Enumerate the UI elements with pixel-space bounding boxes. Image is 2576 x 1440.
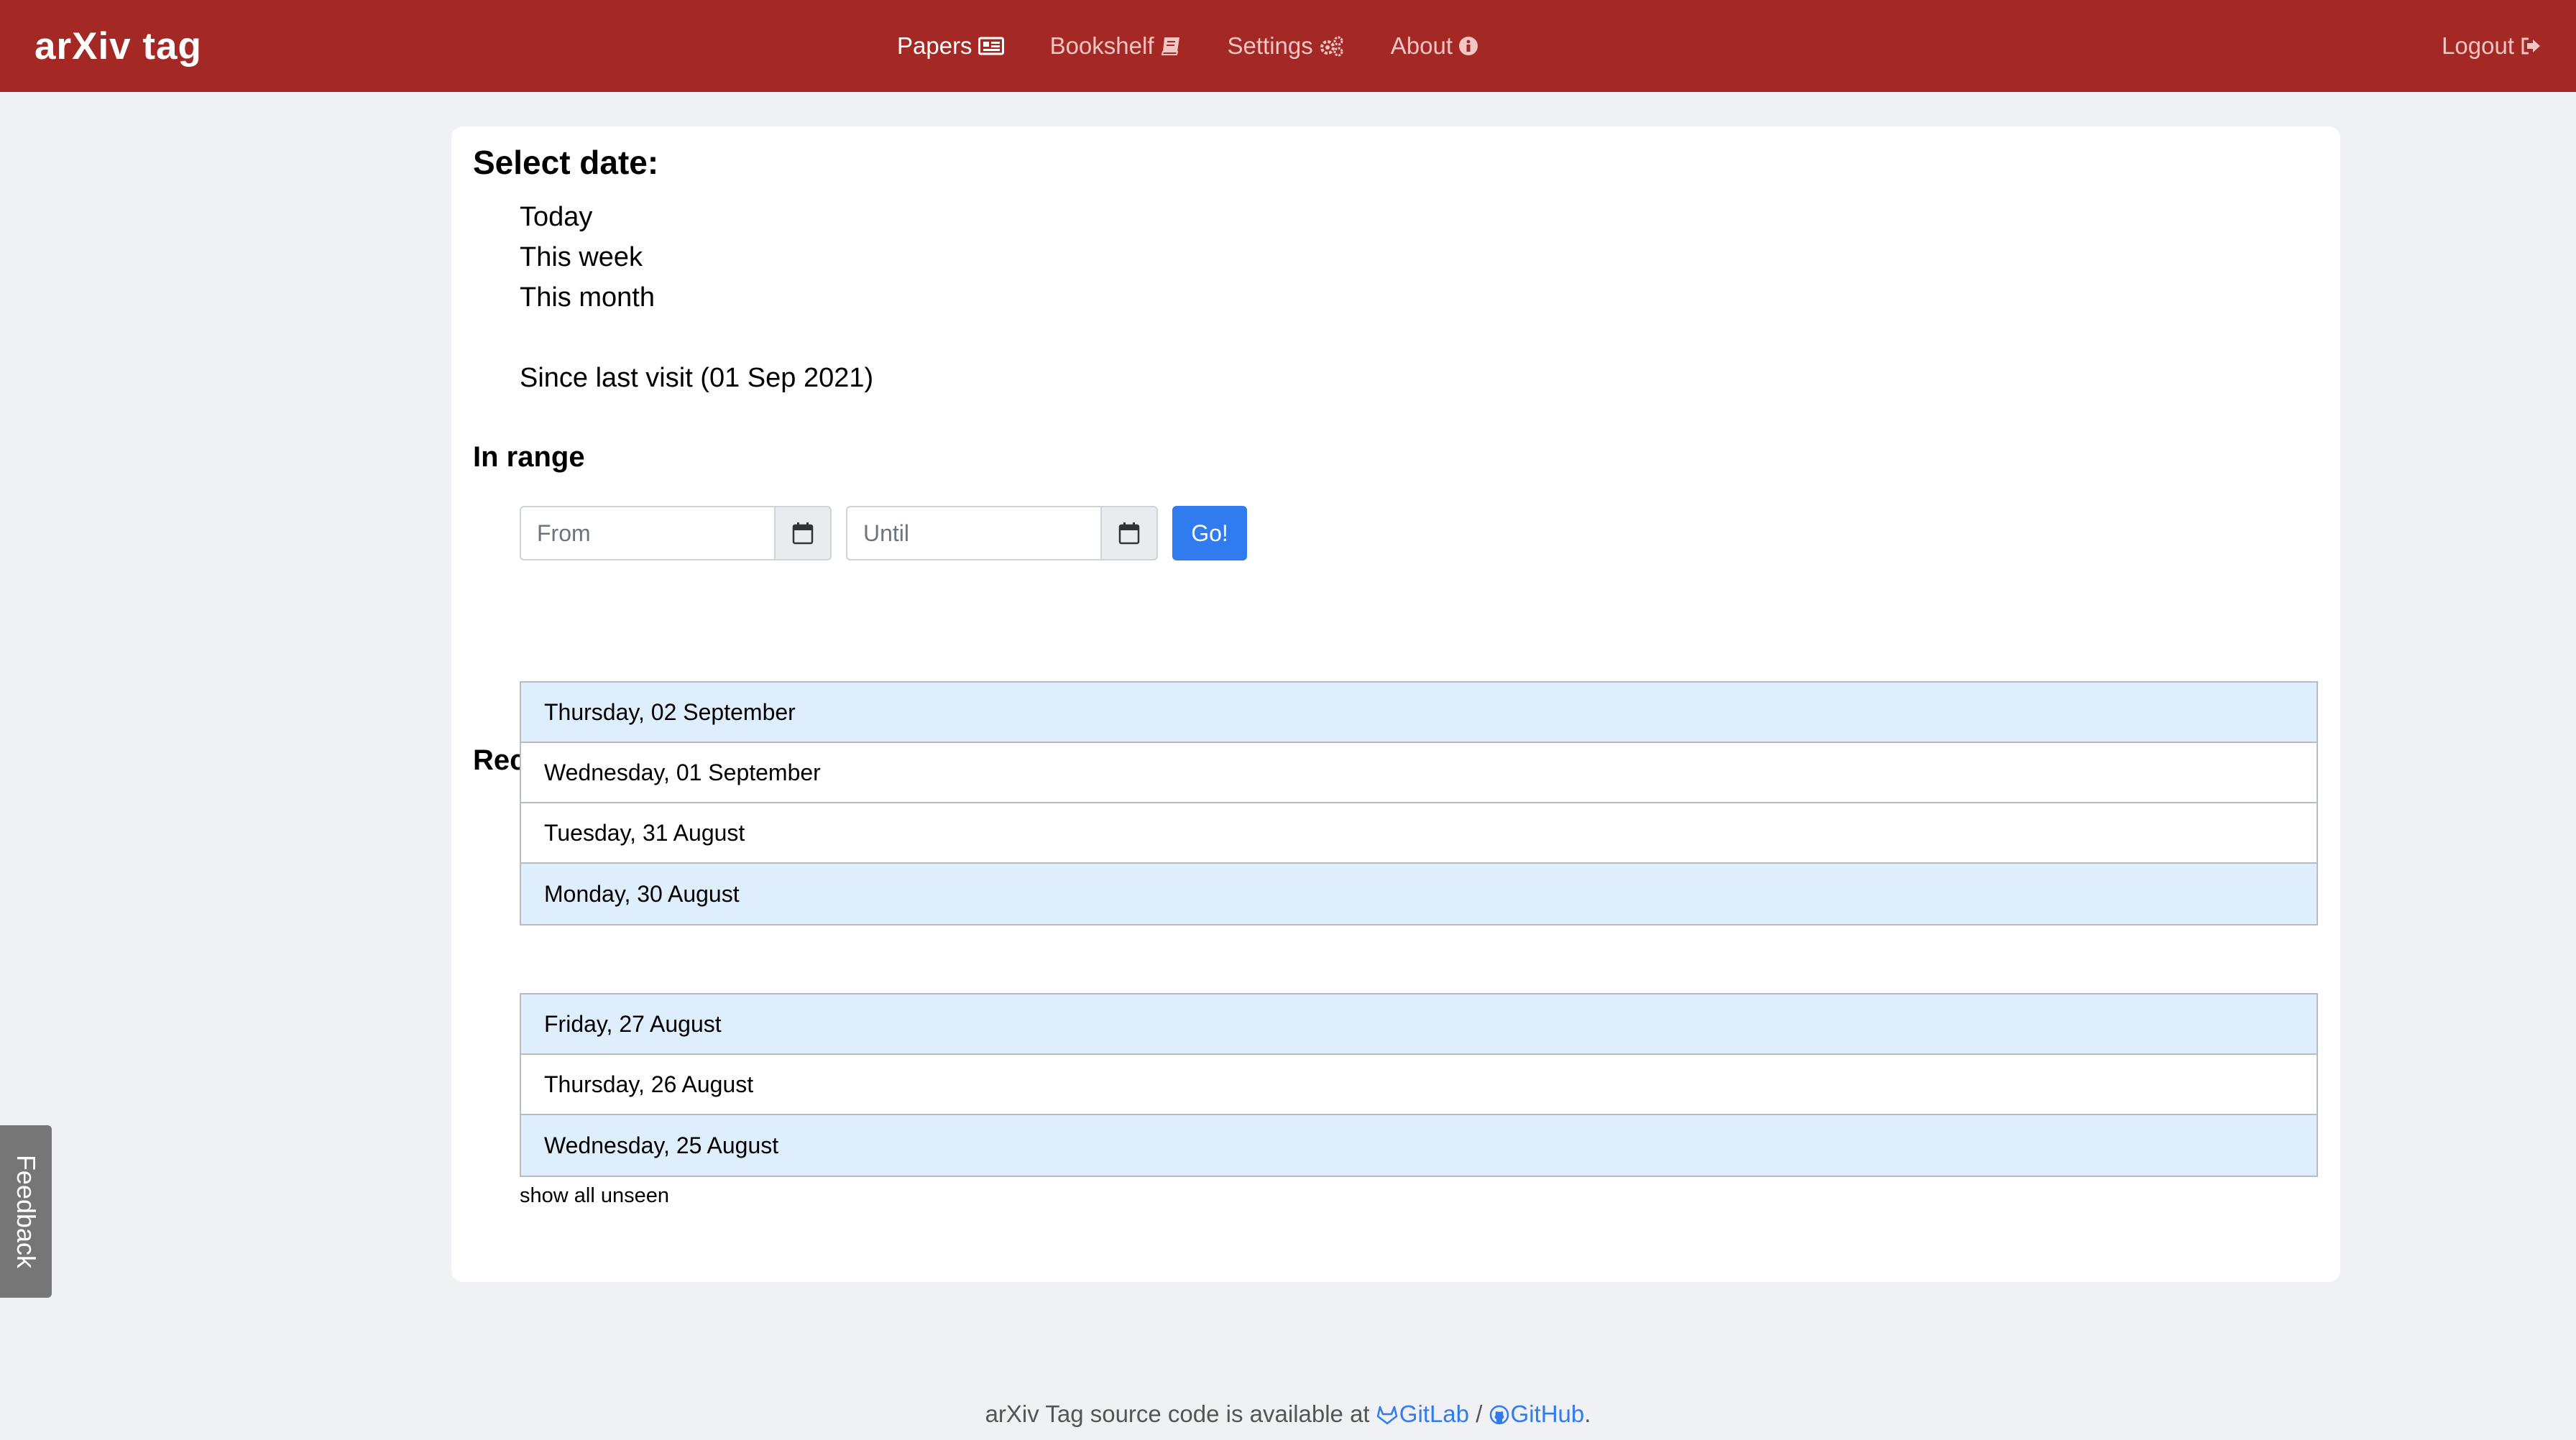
nav-settings-label: Settings [1227,32,1313,59]
gitlab-link[interactable]: GitLab [1376,1400,1469,1427]
quick-date-list: Today This week This month Since last vi… [520,197,873,398]
feedback-label: Feedback [12,1154,42,1269]
until-date-group: Until [846,506,1158,560]
calendar-icon [792,522,814,545]
nav-bookshelf-label: Bookshelf [1049,32,1154,59]
gitlab-link-label: GitLab [1399,1400,1470,1427]
logout-link[interactable]: Logout [2442,32,2542,60]
date-selection-card: Select date: Today This week This month … [451,126,2340,1282]
day-row[interactable]: Tuesday, 31 August [521,803,2317,864]
nav-settings[interactable]: Settings [1228,32,1345,60]
date-range-form: From Until Go! [520,506,1247,560]
footer-separator: / [1476,1400,1483,1427]
sign-out-icon [2521,37,2540,55]
from-date-group: From [520,506,832,560]
quick-date-today[interactable]: Today [520,197,873,237]
week-group-1: Thursday, 02 September Wednesday, 01 Sept… [520,681,2318,926]
week-group-2: Friday, 27 August Thursday, 26 August Wedn… [520,993,2318,1177]
footer: arXiv Tag source code is available at Gi… [0,1397,2576,1431]
nav-papers[interactable]: Papers [897,32,1004,60]
nav-about[interactable]: About [1391,32,1478,60]
info-circle-icon [1459,37,1478,55]
from-calendar-button[interactable] [774,506,832,560]
day-row[interactable]: Monday, 30 August [521,864,2317,924]
from-date-input[interactable]: From [520,506,774,560]
quick-date-since-last-visit[interactable]: Since last visit (01 Sep 2021) [520,358,873,398]
go-button[interactable]: Go! [1172,506,1247,560]
nav-menu: Papers Bookshelf Settings About [897,0,1524,92]
nav-papers-label: Papers [897,32,972,59]
feedback-tab[interactable]: Feedback [0,1125,52,1298]
quick-date-this-month[interactable]: This month [520,277,873,318]
select-date-heading: Select date: [473,144,659,181]
footer-end: . [1584,1400,1591,1427]
day-row[interactable]: Wednesday, 01 September [521,743,2317,803]
day-row[interactable]: Thursday, 26 August [521,1055,2317,1115]
show-all-unseen-link[interactable]: show all unseen [520,1181,669,1210]
github-link[interactable]: GitHub [1489,1400,1585,1427]
nav-bookshelf[interactable]: Bookshelf [1050,32,1182,60]
gitlab-icon [1376,1406,1398,1425]
top-navbar: arXiv tag Papers Bookshelf Settings Abou… [0,0,2576,92]
day-row[interactable]: Wednesday, 25 August [521,1115,2317,1176]
book-icon [1161,37,1179,55]
brand-logo[interactable]: arXiv tag [34,22,202,72]
footer-text: arXiv Tag source code is available at [985,1400,1370,1427]
in-range-heading: In range [473,441,585,473]
nav-about-label: About [1390,32,1453,59]
newspaper-icon [978,37,1004,55]
calendar-icon [1118,522,1140,545]
until-date-input[interactable]: Until [846,506,1100,560]
day-row[interactable]: Friday, 27 August [521,994,2317,1055]
github-icon [1489,1405,1509,1425]
until-calendar-button[interactable] [1100,506,1158,560]
quick-date-spacer [520,318,873,358]
quick-date-this-week[interactable]: This week [520,237,873,277]
day-row[interactable]: Thursday, 02 September [521,683,2317,743]
github-link-label: GitHub [1510,1400,1585,1427]
cogs-icon [1320,36,1343,57]
logout-label: Logout [2442,32,2514,59]
